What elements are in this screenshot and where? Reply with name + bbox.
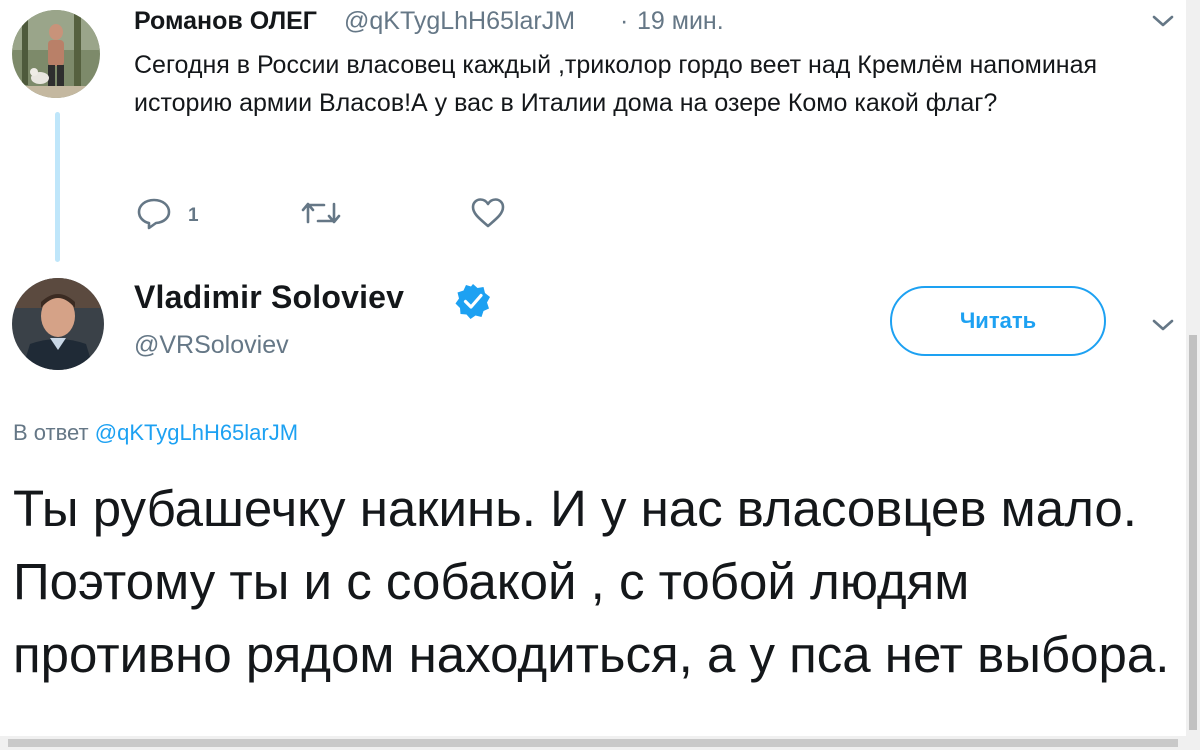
parent-author-name[interactable]: Романов ОЛЕГ [134, 7, 317, 36]
chevron-down-icon[interactable] [1148, 6, 1178, 41]
reply-count: 1 [188, 204, 199, 226]
reply-icon[interactable] [136, 196, 172, 235]
follow-button[interactable]: Читать [890, 286, 1106, 356]
thread-connector-line [55, 112, 60, 262]
main-author-avatar[interactable] [12, 278, 104, 370]
retweet-icon[interactable] [300, 196, 342, 235]
main-author-name[interactable]: Vladimir Soloviev [134, 279, 404, 316]
reply-prefix: В ответ [13, 420, 89, 445]
meta-separator: · [620, 7, 629, 35]
like-action[interactable] [470, 196, 506, 235]
parent-tweet-text: Сегодня в России власовец каждый ,трикол… [134, 51, 1098, 117]
retweet-action[interactable] [300, 196, 342, 235]
reply-mention-link[interactable]: @qKTygLhH65larJM [95, 420, 298, 445]
reply-context: В ответ @qKTygLhH65larJM [13, 420, 298, 446]
parent-author-avatar[interactable] [12, 10, 100, 98]
reply-action[interactable]: 1 [136, 196, 199, 235]
tweet-thread: Романов ОЛЕГ @qKTygLhH65larJM · 19 мин. … [0, 0, 1200, 750]
heart-icon[interactable] [470, 196, 506, 235]
parent-author-handle[interactable]: @qKTygLhH65larJM [344, 7, 575, 36]
parent-timestamp[interactable]: 19 мин. [637, 7, 724, 36]
verified-badge-icon [454, 282, 492, 325]
horizontal-scrollbar[interactable] [0, 736, 1200, 750]
chevron-down-icon[interactable] [1148, 310, 1178, 345]
main-author-handle[interactable]: @VRSoloviev [134, 331, 289, 360]
vertical-scrollbar[interactable] [1186, 0, 1200, 736]
vertical-scrollbar-thumb[interactable] [1189, 335, 1197, 730]
main-tweet-text: Ты рубашечку накинь. И у нас власовцев м… [13, 480, 1170, 683]
horizontal-scrollbar-thumb[interactable] [8, 739, 1178, 747]
